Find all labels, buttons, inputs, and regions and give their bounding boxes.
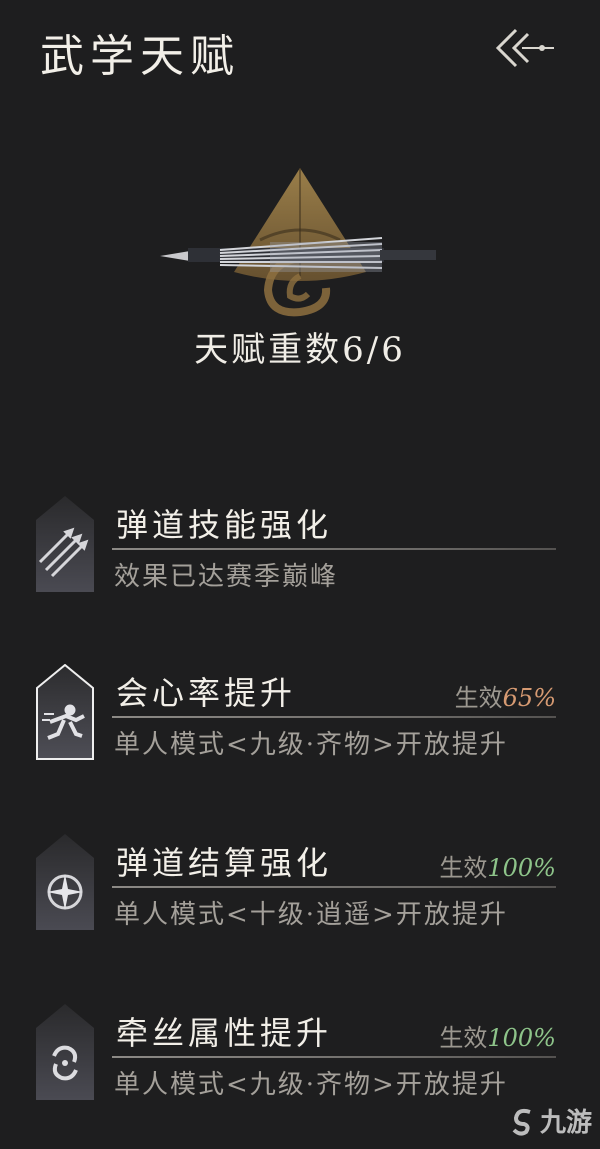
talent-badge <box>36 496 94 592</box>
status-value: 65% <box>502 684 556 712</box>
talent-status: 生效100% <box>439 1018 556 1053</box>
status-label: 生效 <box>439 1024 488 1052</box>
status-value: 100% <box>487 854 556 882</box>
talent-title: 牵丝属性提升 <box>116 1014 333 1052</box>
talent-description: 单人模式<九级·齐物>开放提升 <box>114 1070 508 1100</box>
talent-divider <box>112 548 556 550</box>
talent-badge-selected <box>36 664 94 760</box>
talent-row-crit-rate[interactable]: 会心率提升 生效65% 单人模式<九级·齐物>开放提升 <box>0 664 600 774</box>
talent-status: 生效65% <box>455 678 556 713</box>
talent-emblem <box>150 150 450 330</box>
talent-divider <box>112 1056 556 1058</box>
talent-row-ballistic-skill[interactable]: 弹道技能强化 效果已达赛季巅峰 <box>0 496 600 606</box>
jiuyou-logo-icon <box>512 1108 531 1136</box>
hat-and-arrows-emblem-icon <box>160 168 436 317</box>
talent-description: 单人模式<九级·齐物>开放提升 <box>114 730 508 760</box>
talent-divider <box>112 886 556 888</box>
status-label: 生效 <box>454 684 503 712</box>
status-label: 生效 <box>439 854 488 882</box>
talent-status: 生效100% <box>439 848 556 883</box>
back-button[interactable] <box>488 24 560 72</box>
page-title: 武学天赋 <box>40 31 240 82</box>
talent-title: 会心率提升 <box>116 674 297 712</box>
talent-description: 单人模式<十级·逍遥>开放提升 <box>114 900 508 930</box>
talent-badge <box>36 834 94 930</box>
double-chevron-left-icon <box>495 28 554 68</box>
talent-description: 效果已达赛季巅峰 <box>114 562 339 592</box>
talent-count: 天赋重数6/6 <box>194 330 406 370</box>
talent-row-ballistic-settlement[interactable]: 弹道结算强化 生效100% 单人模式<十级·逍遥>开放提升 <box>0 834 600 944</box>
talent-badge <box>36 1004 94 1100</box>
status-value: 100% <box>487 1024 556 1052</box>
talent-divider <box>112 716 556 718</box>
talent-title: 弹道技能强化 <box>116 506 333 544</box>
watermark: 九游 <box>508 1102 592 1139</box>
talent-title: 弹道结算强化 <box>116 844 333 882</box>
talent-row-silk-attribute[interactable]: 牵丝属性提升 生效100% 单人模式<九级·齐物>开放提升 <box>0 1004 600 1114</box>
watermark-text: 九游 <box>539 1108 592 1138</box>
